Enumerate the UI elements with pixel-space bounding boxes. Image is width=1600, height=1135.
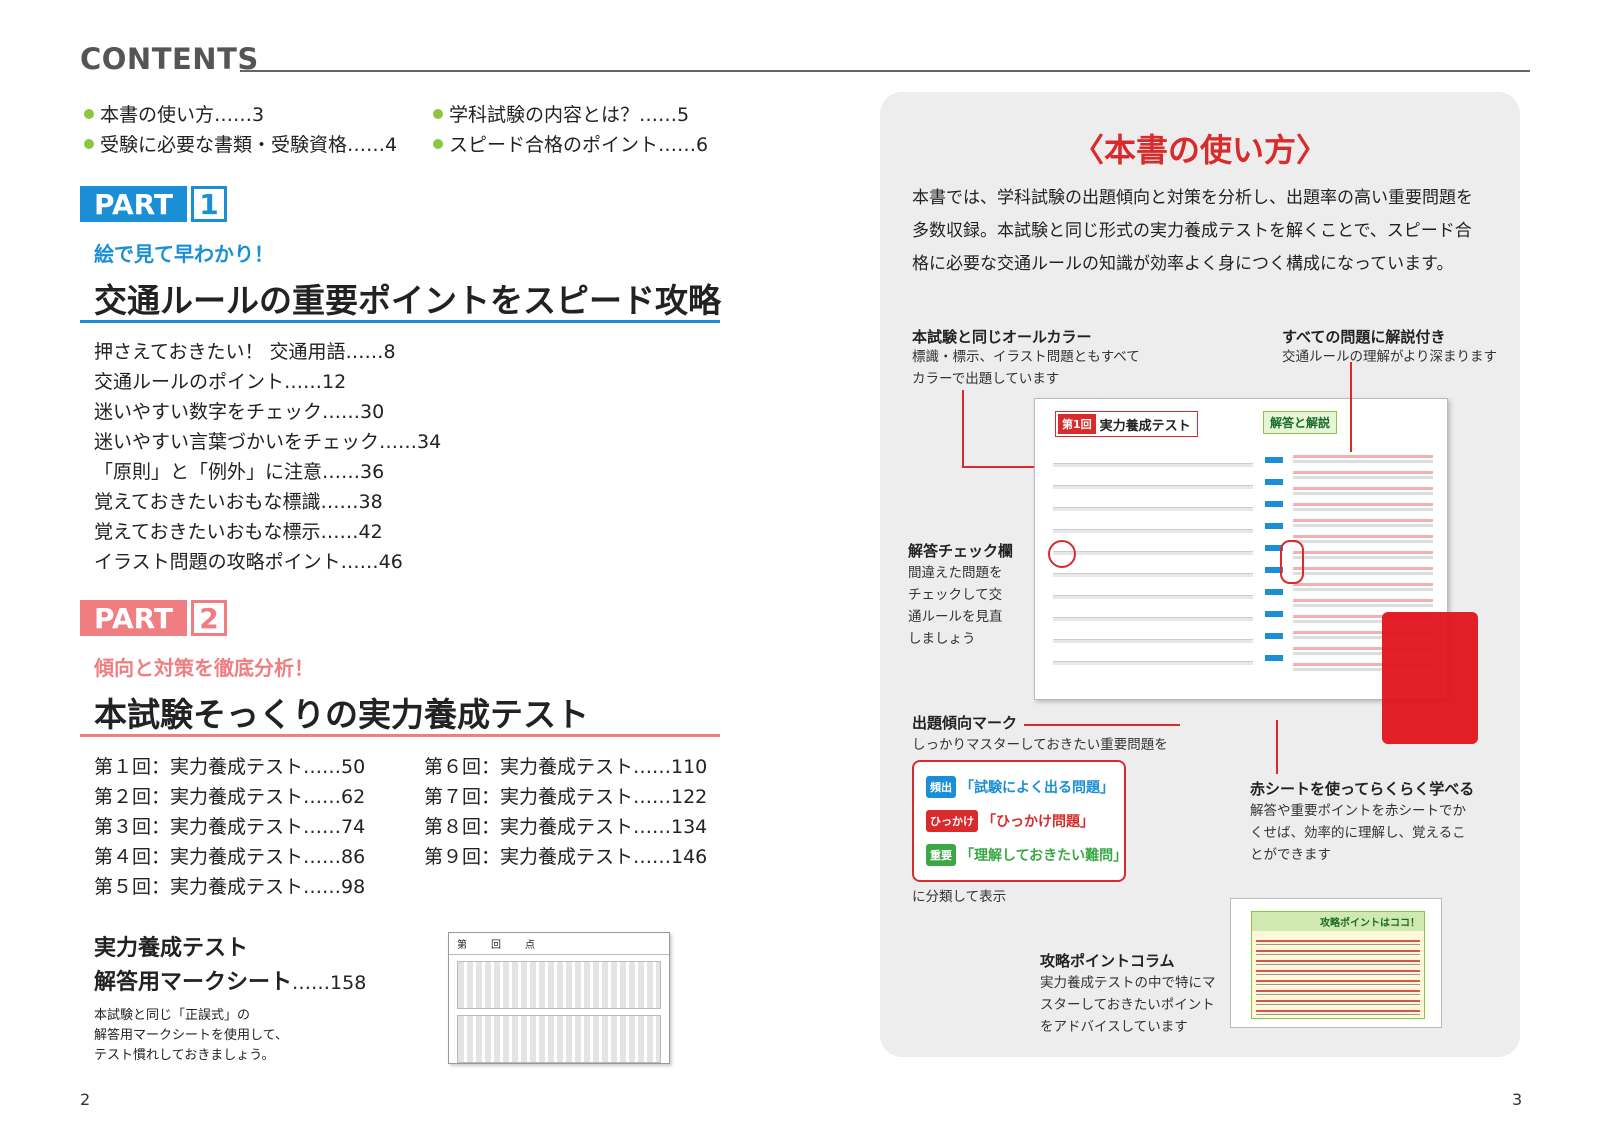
tag-trick: ひっかけ 「ひっかけ問題」 (926, 810, 1094, 832)
tag-frequent: 頻出 「試験によく出る問題」 (926, 776, 1114, 798)
connector-line (1024, 724, 1180, 726)
howto-title: 〈本書の使い方〉 (1071, 131, 1328, 169)
test-item: 第８回：実力養成テスト……134 (424, 816, 708, 838)
part1-item: 迷いやすい数字をチェック……30 (94, 401, 385, 423)
ann-explain-line: 交通ルールの理解がより深まります (1282, 349, 1498, 365)
test-item: 第７回：実力養成テスト……122 (424, 786, 708, 808)
ann-check-line: 間違えた問題を (908, 565, 1003, 581)
marksheet-desc: 本試験と同じ「正誤式」の (94, 1008, 251, 1023)
part2-badge: PART 2 (80, 600, 228, 636)
test-item: 第５回：実力養成テスト……98 (94, 876, 366, 898)
intro-item: 受験に必要な書類・受験資格……4 (84, 130, 397, 157)
marksheet-title: 実力養成テスト (94, 936, 249, 961)
ann-check-line: 通ルールを見直 (908, 609, 1003, 625)
part2-subtitle: 傾向と対策を徹底分析！ (94, 656, 314, 680)
ann-trend-head: 出題傾向マーク (912, 714, 1018, 732)
test-item: 第４回：実力養成テスト……86 (94, 846, 366, 868)
intro-line: 本書では、学科試験の出題傾向と対策を分析し、出題率の高い重要問題を (912, 188, 1473, 208)
test-item: 第１回：実力養成テスト……50 (94, 756, 366, 778)
ann-color-head: 本試験と同じオールカラー (912, 328, 1092, 346)
connector-line (1350, 362, 1352, 452)
ann-column-head: 攻略ポイントコラム (1040, 952, 1175, 970)
ann-explain-head: すべての問題に解説付き (1282, 328, 1446, 346)
intro-item: スピード合格のポイント……6 (433, 130, 708, 157)
part1-number: 1 (191, 186, 228, 222)
marksheet-page: ……158 (292, 972, 367, 994)
ann-red-head: 赤シートを使ってらくらく学べる (1250, 780, 1475, 798)
trend-tags-box: 頻出 「試験によく出る問題」 ひっかけ 「ひっかけ問題」 重要 「理解しておきたい難問… (912, 760, 1127, 882)
tag-frequent-label: 「試験によく出る問題」 (960, 780, 1114, 796)
sample-questions (1053, 447, 1253, 677)
marksheet-desc: 解答用マークシートを使用して、 (94, 1028, 288, 1043)
part1-item: 押さえておきたい！ 交通用語……8 (94, 341, 396, 363)
intro-item: 本書の使い方……3 (84, 100, 264, 127)
part1-item: 交通ルールのポイント……12 (94, 371, 347, 393)
intro-line: 多数収録。本試験と同じ形式の実力養成テストを解くことで、スピード合 (912, 221, 1472, 241)
ann-red-line: とができます (1250, 847, 1331, 863)
page-number-right: 3 (1512, 1090, 1523, 1109)
part1-item: 覚えておきたいおもな標識……38 (94, 491, 383, 513)
ann-color-line: カラーで出題しています (912, 371, 1060, 387)
test-item: 第９回：実力養成テスト……146 (424, 846, 708, 868)
test-item: 第６回：実力養成テスト……110 (424, 756, 708, 778)
ann-red-line: くせば、効率的に理解し、覚えるこ (1250, 825, 1466, 841)
part2-number: 2 (191, 600, 228, 636)
marksheet-title-text: 解答用マークシート (94, 970, 293, 995)
part1-title: 交通ルールの重要ポイントをスピード攻略 (94, 281, 721, 320)
marksheet-desc: テスト慣れしておきましょう。 (94, 1048, 275, 1063)
check-highlight-circle (1048, 540, 1076, 568)
ann-column-line: をアドバイスしています (1040, 1019, 1188, 1035)
sample-title: 実力養成テスト (1099, 418, 1191, 434)
column-sample-title: 攻略ポイントはココ！ (1252, 912, 1424, 931)
part2-rule (80, 734, 720, 737)
red-sheet (1382, 612, 1478, 744)
part1-item: イラスト問題の攻略ポイント……46 (94, 551, 403, 573)
part1-item: 迷いやすい言葉づかいをチェック……34 (94, 431, 442, 453)
sample-tab: 第1回 (1058, 414, 1096, 434)
ann-check-head: 解答チェック欄 (908, 542, 1014, 560)
intro-line: 格に必要な交通ルールの知識が効率よく身につく構成になっています。 (912, 254, 1454, 274)
marksheet-title-2: 解答用マークシート……158 (94, 964, 366, 996)
thumb-label: 回 (491, 940, 501, 951)
part1-item: 覚えておきたいおもな標示……42 (94, 521, 383, 543)
tag-important-label: 「理解しておきたい難問」 (960, 848, 1128, 864)
chip-trick: ひっかけ (926, 810, 978, 832)
part1-subtitle: 絵で見て早わかり！ (94, 242, 274, 266)
marksheet-thumbnail: 第 回 点 (448, 932, 670, 1064)
tag-important: 重要 「理解しておきたい難問」 (926, 844, 1127, 866)
column-sample: 攻略ポイントはココ！ (1230, 898, 1442, 1028)
ann-column-line: 実力養成テストの中で特にマ (1040, 975, 1216, 991)
contents-title: CONTENTS (80, 42, 259, 76)
test-item: 第３回：実力養成テスト……74 (94, 816, 366, 838)
chip-frequent: 頻出 (926, 776, 956, 798)
ann-color-line: 標識・標示、イラスト問題ともすべて (912, 349, 1140, 365)
page-number-left: 2 (80, 1090, 91, 1109)
ann-column-line: スターしておきたいポイント (1040, 997, 1215, 1013)
tag-trick-label: 「ひっかけ問題」 (982, 814, 1094, 830)
connector-line (962, 390, 964, 466)
part1-item: 「原則」と「例外」に注意……36 (94, 461, 385, 483)
thumb-label: 第 (457, 940, 467, 951)
chip-important: 重要 (926, 844, 956, 866)
contents-rule (240, 70, 1530, 72)
part1-rule (80, 320, 720, 323)
tags-footer: に分類して表示 (912, 889, 1007, 905)
ann-check-line: チェックして交 (908, 587, 1003, 603)
intro-item: 学科試験の内容とは？……5 (433, 100, 689, 127)
part1-label: PART (80, 186, 188, 222)
ann-check-line: しましょう (908, 631, 976, 647)
part2-label: PART (80, 600, 188, 636)
part1-badge: PART 1 (80, 186, 228, 222)
part2-title: 本試験そっくりの実力養成テスト (94, 695, 589, 734)
sample-answer-title: 解答と解説 (1263, 411, 1338, 434)
ann-trend-line: しっかりマスターしておきたい重要問題を (912, 737, 1168, 753)
connector-line (962, 466, 1034, 468)
connector-line (1276, 720, 1278, 774)
thumb-label: 点 (525, 940, 535, 951)
test-item: 第２回：実力養成テスト……62 (94, 786, 366, 808)
ann-red-line: 解答や重要ポイントを赤シートでか (1250, 803, 1466, 819)
trend-highlight-circle (1280, 540, 1304, 584)
howto-intro: 本書では、学科試験の出題傾向と対策を分析し、出題率の高い重要問題を 多数収録。本… (912, 182, 1502, 281)
